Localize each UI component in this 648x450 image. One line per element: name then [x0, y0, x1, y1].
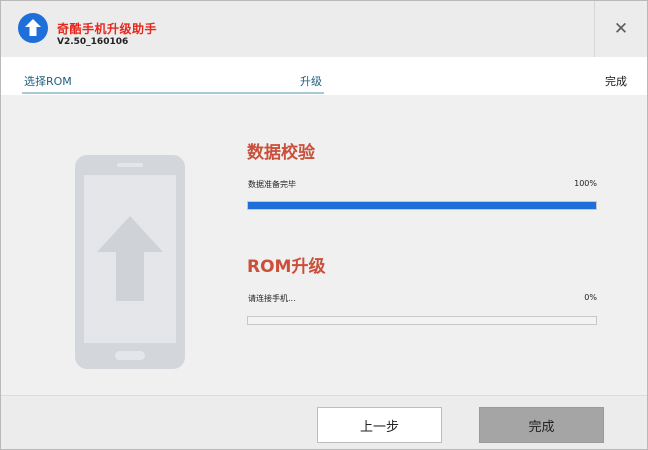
finish-button[interactable]: 完成 [479, 407, 604, 443]
step-progress-line [22, 92, 324, 94]
main-content: 数据校验 数据准备完毕 100% ROM升级 请连接手机... 0% [1, 95, 647, 395]
step-select-rom: 选择ROM [24, 75, 72, 88]
step-indicator: 选择ROM 升级 完成 [1, 57, 647, 95]
section-title-data-check: 数据校验 [247, 143, 315, 163]
title-bar: 奇酷手机升级助手 V2.50_160106 ✕ [1, 1, 647, 57]
step-complete: 完成 [605, 75, 627, 88]
app-title: 奇酷手机升级助手 [57, 22, 158, 36]
rom-upgrade-status: 请连接手机... [248, 294, 296, 303]
step-upgrade: 升级 [300, 75, 322, 88]
phone-upgrade-icon [75, 155, 185, 369]
rom-upgrade-percent: 0% [584, 293, 597, 302]
section-title-rom-upgrade: ROM升级 [247, 257, 326, 277]
close-icon[interactable]: ✕ [614, 19, 628, 39]
data-check-progress-fill [248, 202, 596, 209]
data-check-progress-bar [247, 201, 597, 210]
footer-bar: 上一步 完成 [1, 395, 647, 449]
rom-upgrade-progress-bar [247, 316, 597, 325]
data-check-status: 数据准备完毕 [248, 180, 296, 189]
previous-step-button[interactable]: 上一步 [317, 407, 442, 443]
app-version: V2.50_160106 [57, 37, 129, 47]
data-check-percent: 100% [574, 179, 597, 188]
close-button[interactable]: ✕ [594, 1, 647, 57]
upload-arrow-icon [18, 13, 48, 43]
upgrade-assistant-window: 奇酷手机升级助手 V2.50_160106 ✕ 选择ROM 升级 完成 数据校验… [0, 0, 648, 450]
